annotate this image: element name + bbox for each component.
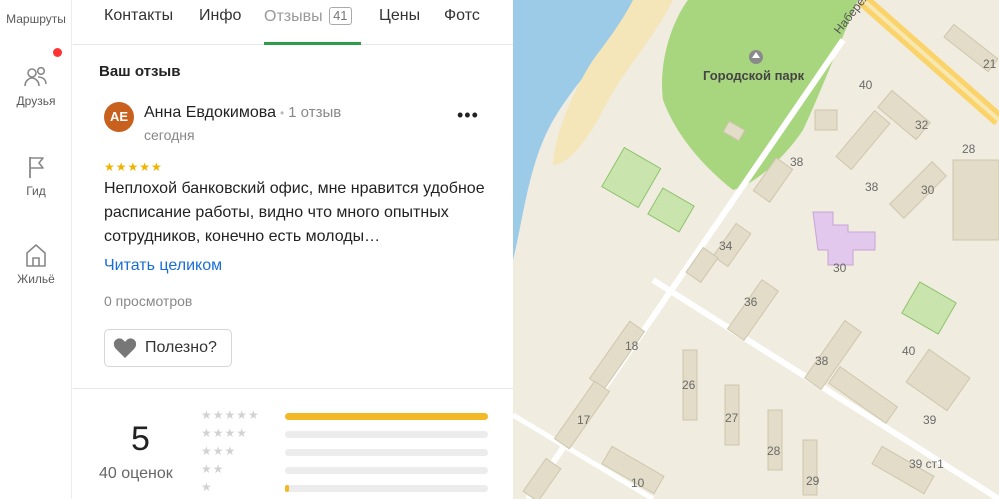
tab-label: Фотс: [444, 7, 480, 24]
review-text: Неплохой банковский офис, мне нравится у…: [104, 180, 485, 245]
views-count: 0 просмотров: [104, 293, 193, 309]
rating-bar-track: [285, 449, 488, 456]
house-number: 28: [962, 142, 976, 156]
review-date: сегодня: [144, 127, 195, 143]
tab-label: Контакты: [104, 7, 174, 24]
review-author[interactable]: Анна Евдокимова • 1 отзыв: [144, 104, 341, 122]
house-number: 38: [815, 354, 829, 368]
house-number: 30: [833, 261, 847, 275]
tab-info[interactable]: Инфо: [199, 7, 241, 25]
tab-prices[interactable]: Цены: [379, 7, 420, 25]
tab-count-badge: 41: [329, 7, 352, 25]
park-label: Городской парк: [703, 68, 805, 83]
flag-icon: [29, 157, 44, 178]
app-root: Маршруты Друзья Гид Жильё Контакты Инфо …: [0, 0, 999, 499]
house-number: 40: [902, 344, 916, 358]
row-stars: ★: [201, 480, 213, 494]
heart-icon: [113, 338, 137, 358]
more-options-button[interactable]: •••: [457, 105, 479, 126]
rail-item-housing[interactable]: Жильё: [0, 240, 72, 286]
tab-bar: Контакты Инфо Отзывы 41 Цены Фотс: [73, 0, 513, 45]
org-card-panel: Контакты Инфо Отзывы 41 Цены Фотс Ваш от…: [73, 0, 513, 499]
notification-badge: [53, 48, 62, 57]
useful-button[interactable]: Полезно?: [104, 329, 232, 367]
rating-bar-track: [285, 413, 488, 420]
house-number: 26: [682, 378, 696, 392]
house-number: 38: [790, 155, 804, 169]
useful-label: Полезно?: [145, 339, 217, 356]
row-stars: ★★★: [201, 444, 237, 458]
green-plot: [647, 187, 695, 233]
house-number: 39: [923, 413, 937, 427]
row-stars: ★★★★: [201, 426, 249, 440]
rail-item-label: Жильё: [17, 272, 55, 286]
avatar: АЕ: [104, 102, 134, 132]
row-stars: ★★: [201, 462, 225, 476]
house-number: 30: [921, 183, 935, 197]
rating-bar-fill: [285, 413, 488, 420]
rail-item-label: Друзья: [16, 94, 56, 108]
rating-bar-track: [285, 467, 488, 474]
tab-photos[interactable]: Фотс: [444, 7, 480, 25]
rail-item-label: Гид: [26, 184, 46, 198]
review-stars: ★★★★★: [104, 160, 163, 174]
tab-contacts[interactable]: Контакты: [104, 7, 173, 25]
house-number: 27: [725, 411, 739, 425]
house-number: 29: [806, 474, 820, 488]
green-plot: [901, 281, 957, 335]
left-rail: Маршруты Друзья Гид Жильё: [0, 0, 72, 499]
rail-item-routes[interactable]: Маршруты: [0, 10, 72, 26]
house-number: 18: [625, 339, 639, 353]
tab-label: Отзывы: [264, 8, 323, 25]
house-number: 34: [719, 239, 733, 253]
house-number: 40: [859, 78, 873, 92]
friends-icon: [24, 66, 47, 87]
house-number: 21: [983, 57, 997, 71]
house-number: 32: [915, 118, 929, 132]
house-number: 28: [767, 444, 781, 458]
house-number: 39 ст1: [909, 457, 944, 471]
read-more-link[interactable]: Читать целиком: [104, 257, 222, 275]
average-rating: 5: [131, 420, 150, 458]
rail-item-friends[interactable]: Друзья: [0, 62, 72, 108]
own-review-heading: Ваш отзыв: [99, 63, 181, 80]
map-view[interactable]: Городской парк Набереж 40 21 32 28 38 38…: [513, 0, 999, 499]
tab-label: Цены: [379, 7, 421, 24]
house-number: 17: [577, 413, 591, 427]
tab-reviews[interactable]: Отзывы 41: [264, 7, 352, 26]
rating-bar-fill: [285, 485, 289, 492]
row-stars: ★★★★★: [201, 408, 260, 422]
house-icon: [26, 244, 46, 267]
section-divider: [73, 388, 513, 389]
house-number: 38: [865, 180, 879, 194]
house-number: 10: [631, 476, 645, 490]
ratings-count: 40 оценок: [99, 465, 173, 482]
author-review-count: 1 отзыв: [288, 104, 342, 121]
rail-item-label: Маршруты: [6, 12, 66, 26]
active-tab-indicator: [264, 42, 361, 45]
tab-label: Инфо: [199, 7, 242, 24]
house-number: 36: [744, 295, 758, 309]
author-name: Анна Евдокимова: [144, 104, 276, 121]
rating-bar-track: [285, 431, 488, 438]
rating-bar-track: [285, 485, 488, 492]
school-building: [812, 211, 876, 266]
green-plot: [601, 146, 662, 209]
rail-item-guide[interactable]: Гид: [0, 152, 72, 198]
dot-separator: •: [279, 106, 285, 120]
